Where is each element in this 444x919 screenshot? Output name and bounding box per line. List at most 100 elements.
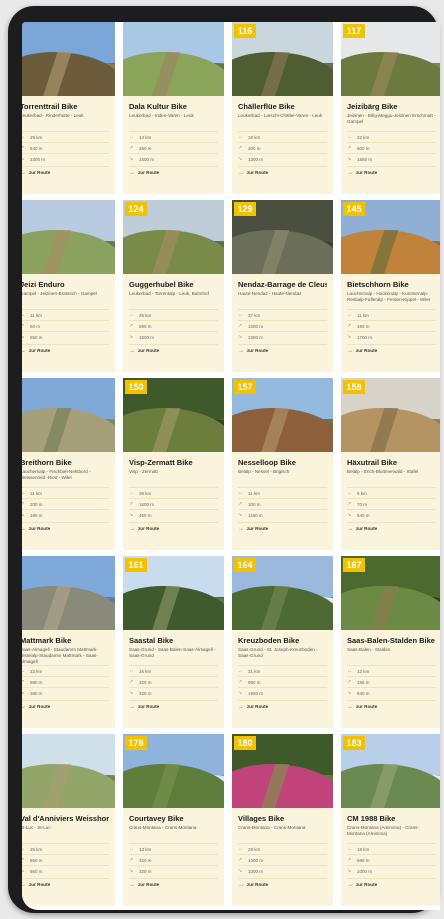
route-link-label[interactable]: zur Route: [356, 348, 377, 353]
route-photo[interactable]: 158: [341, 378, 440, 452]
route-link-label[interactable]: zur Route: [29, 348, 50, 353]
route-link-label[interactable]: zur Route: [247, 170, 268, 175]
route-link[interactable]: → zur Route: [129, 700, 218, 712]
route-link[interactable]: → zur Route: [347, 344, 436, 356]
route-link-label[interactable]: zur Route: [29, 704, 50, 709]
route-link-label[interactable]: zur Route: [29, 170, 50, 175]
route-title[interactable]: Courtavey Bike: [129, 814, 218, 823]
route-link[interactable]: → zur Route: [347, 700, 436, 712]
route-title[interactable]: Villages Bike: [238, 814, 327, 823]
route-title[interactable]: Nendaz-Barrage de Cleuson Bike: [238, 280, 327, 289]
route-photo[interactable]: [22, 22, 115, 96]
route-card[interactable]: Torrenttrail Bike Leukerbad - Rinderhütte…: [22, 22, 115, 194]
route-link[interactable]: → zur Route: [238, 522, 327, 534]
route-card[interactable]: Mattmark Bike Saas-Almagell - Staudamm Ma…: [22, 556, 115, 728]
route-photo[interactable]: 167: [341, 556, 440, 630]
route-title[interactable]: Saastal Bike: [129, 636, 218, 645]
route-photo[interactable]: [22, 200, 115, 274]
route-card[interactable]: 116 Chällerflüe Bike Leukerbad - Larschi-C…: [232, 22, 333, 194]
route-link[interactable]: → zur Route: [22, 878, 109, 890]
route-photo[interactable]: 116: [232, 22, 333, 96]
route-card[interactable]: Dala Kultur Bike Leukerbad - Inden-Varen …: [123, 22, 224, 194]
route-link[interactable]: → zur Route: [129, 166, 218, 178]
route-link[interactable]: → zur Route: [347, 878, 436, 890]
route-link-label[interactable]: zur Route: [138, 882, 159, 887]
route-link[interactable]: → zur Route: [22, 522, 109, 534]
route-title[interactable]: CM 1988 Bike: [347, 814, 436, 823]
route-link-label[interactable]: zur Route: [356, 170, 377, 175]
route-link-label[interactable]: zur Route: [138, 526, 159, 531]
route-card[interactable]: 164 Kreuzboden Bike Saas-Grund - St. Josep…: [232, 556, 333, 728]
route-title[interactable]: Kreuzboden Bike: [238, 636, 327, 645]
route-photo[interactable]: [123, 22, 224, 96]
route-photo[interactable]: 178: [123, 734, 224, 808]
route-card[interactable]: 183 CM 1988 Bike Crans-Montana (Aminona) -…: [341, 734, 440, 906]
route-photo[interactable]: [22, 556, 115, 630]
route-photo[interactable]: 164: [232, 556, 333, 630]
route-title[interactable]: Torrenttrail Bike: [22, 102, 109, 111]
route-link[interactable]: → zur Route: [129, 522, 218, 534]
route-title[interactable]: Jeizibärg Bike: [347, 102, 436, 111]
route-card[interactable]: Breithorn Bike Lauchernalp - Fischbiel-Ne…: [22, 378, 115, 550]
route-link[interactable]: → zur Route: [129, 344, 218, 356]
route-link-label[interactable]: zur Route: [138, 704, 159, 709]
route-link[interactable]: → zur Route: [238, 878, 327, 890]
route-photo[interactable]: 129: [232, 200, 333, 274]
route-card[interactable]: 124 Guggerhubel Bike Leukerbad - Torrental…: [123, 200, 224, 372]
route-link[interactable]: → zur Route: [129, 878, 218, 890]
route-title[interactable]: Bietschhorn Bike: [347, 280, 436, 289]
route-card[interactable]: 180 Villages Bike Crans-Montana - Crans-Mo…: [232, 734, 333, 906]
route-photo[interactable]: [22, 734, 115, 808]
route-link-label[interactable]: zur Route: [247, 882, 268, 887]
route-link[interactable]: → zur Route: [347, 522, 436, 534]
route-title[interactable]: Breithorn Bike: [22, 458, 109, 467]
route-photo[interactable]: 161: [123, 556, 224, 630]
route-link-label[interactable]: zur Route: [247, 704, 268, 709]
route-title[interactable]: Dala Kultur Bike: [129, 102, 218, 111]
route-link-label[interactable]: zur Route: [356, 704, 377, 709]
route-photo[interactable]: 145: [341, 200, 440, 274]
route-card[interactable]: 178 Courtavey Bike Crans-Montana - Crans-M…: [123, 734, 224, 906]
route-card[interactable]: 145 Bietschhorn Bike Lauchernalp - Hockena…: [341, 200, 440, 372]
route-link-label[interactable]: zur Route: [29, 526, 50, 531]
route-photo[interactable]: 183: [341, 734, 440, 808]
route-photo[interactable]: 124: [123, 200, 224, 274]
route-link-label[interactable]: zur Route: [356, 882, 377, 887]
route-link-label[interactable]: zur Route: [247, 526, 268, 531]
route-link[interactable]: → zur Route: [238, 166, 327, 178]
route-card[interactable]: 158 Häxutrail Bike Belalp - Erich-Bluttmer…: [341, 378, 440, 550]
route-title[interactable]: Nesselloop Bike: [238, 458, 327, 467]
route-title[interactable]: Saas-Balen-Stalden Bike: [347, 636, 436, 645]
route-link-label[interactable]: zur Route: [247, 348, 268, 353]
route-title[interactable]: Jeizi Enduro: [22, 280, 109, 289]
route-card[interactable]: 129 Nendaz-Barrage de Cleuson Bike Haute-N…: [232, 200, 333, 372]
route-photo[interactable]: 150: [123, 378, 224, 452]
route-link[interactable]: → zur Route: [22, 344, 109, 356]
route-link[interactable]: → zur Route: [238, 344, 327, 356]
route-photo[interactable]: 117: [341, 22, 440, 96]
route-link-label[interactable]: zur Route: [138, 170, 159, 175]
route-link[interactable]: → zur Route: [347, 166, 436, 178]
route-link[interactable]: → zur Route: [238, 700, 327, 712]
route-photo[interactable]: 180: [232, 734, 333, 808]
route-link[interactable]: → zur Route: [22, 166, 109, 178]
route-link-label[interactable]: zur Route: [29, 882, 50, 887]
route-link-label[interactable]: zur Route: [138, 348, 159, 353]
route-photo[interactable]: [22, 378, 115, 452]
route-card[interactable]: 167 Saas-Balen-Stalden Bike Saas-Balen - S…: [341, 556, 440, 728]
route-card[interactable]: 150 Visp-Zermatt Bike Visp - Zermatt ↔ 38 km…: [123, 378, 224, 550]
route-photo[interactable]: 157: [232, 378, 333, 452]
route-card[interactable]: 161 Saastal Bike Saas-Grund - Saas-Balen-S…: [123, 556, 224, 728]
route-title[interactable]: Val d'Anniviers Weisshorn Bike: [22, 814, 109, 823]
route-title[interactable]: Chällerflüe Bike: [238, 102, 327, 111]
route-link[interactable]: → zur Route: [22, 700, 109, 712]
route-title[interactable]: Mattmark Bike: [22, 636, 109, 645]
route-card[interactable]: 157 Nesselloop Bike Belalp - Nessel - Brig…: [232, 378, 333, 550]
route-title[interactable]: Häxutrail Bike: [347, 458, 436, 467]
route-card[interactable]: Jeizi Enduro Gampel - Jeizinen-Brantsch -…: [22, 200, 115, 372]
route-link-label[interactable]: zur Route: [356, 526, 377, 531]
route-card[interactable]: Val d'Anniviers Weisshorn Bike St-Luc - S…: [22, 734, 115, 906]
route-card[interactable]: 117 Jeizibärg Bike Jeizinen - Bifig-Meggu-…: [341, 22, 440, 194]
route-title[interactable]: Guggerhubel Bike: [129, 280, 218, 289]
route-title[interactable]: Visp-Zermatt Bike: [129, 458, 218, 467]
